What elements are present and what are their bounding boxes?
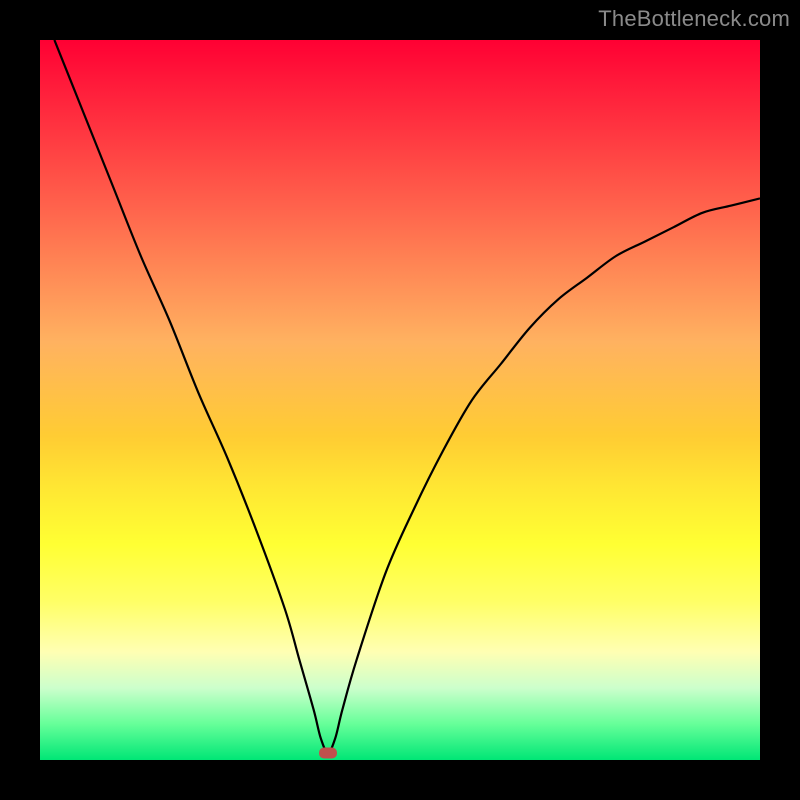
plot-area xyxy=(40,40,760,760)
bottleneck-curve xyxy=(40,40,760,760)
watermark-text: TheBottleneck.com xyxy=(598,6,790,32)
optimal-point-marker xyxy=(319,747,337,758)
chart-frame: TheBottleneck.com xyxy=(0,0,800,800)
